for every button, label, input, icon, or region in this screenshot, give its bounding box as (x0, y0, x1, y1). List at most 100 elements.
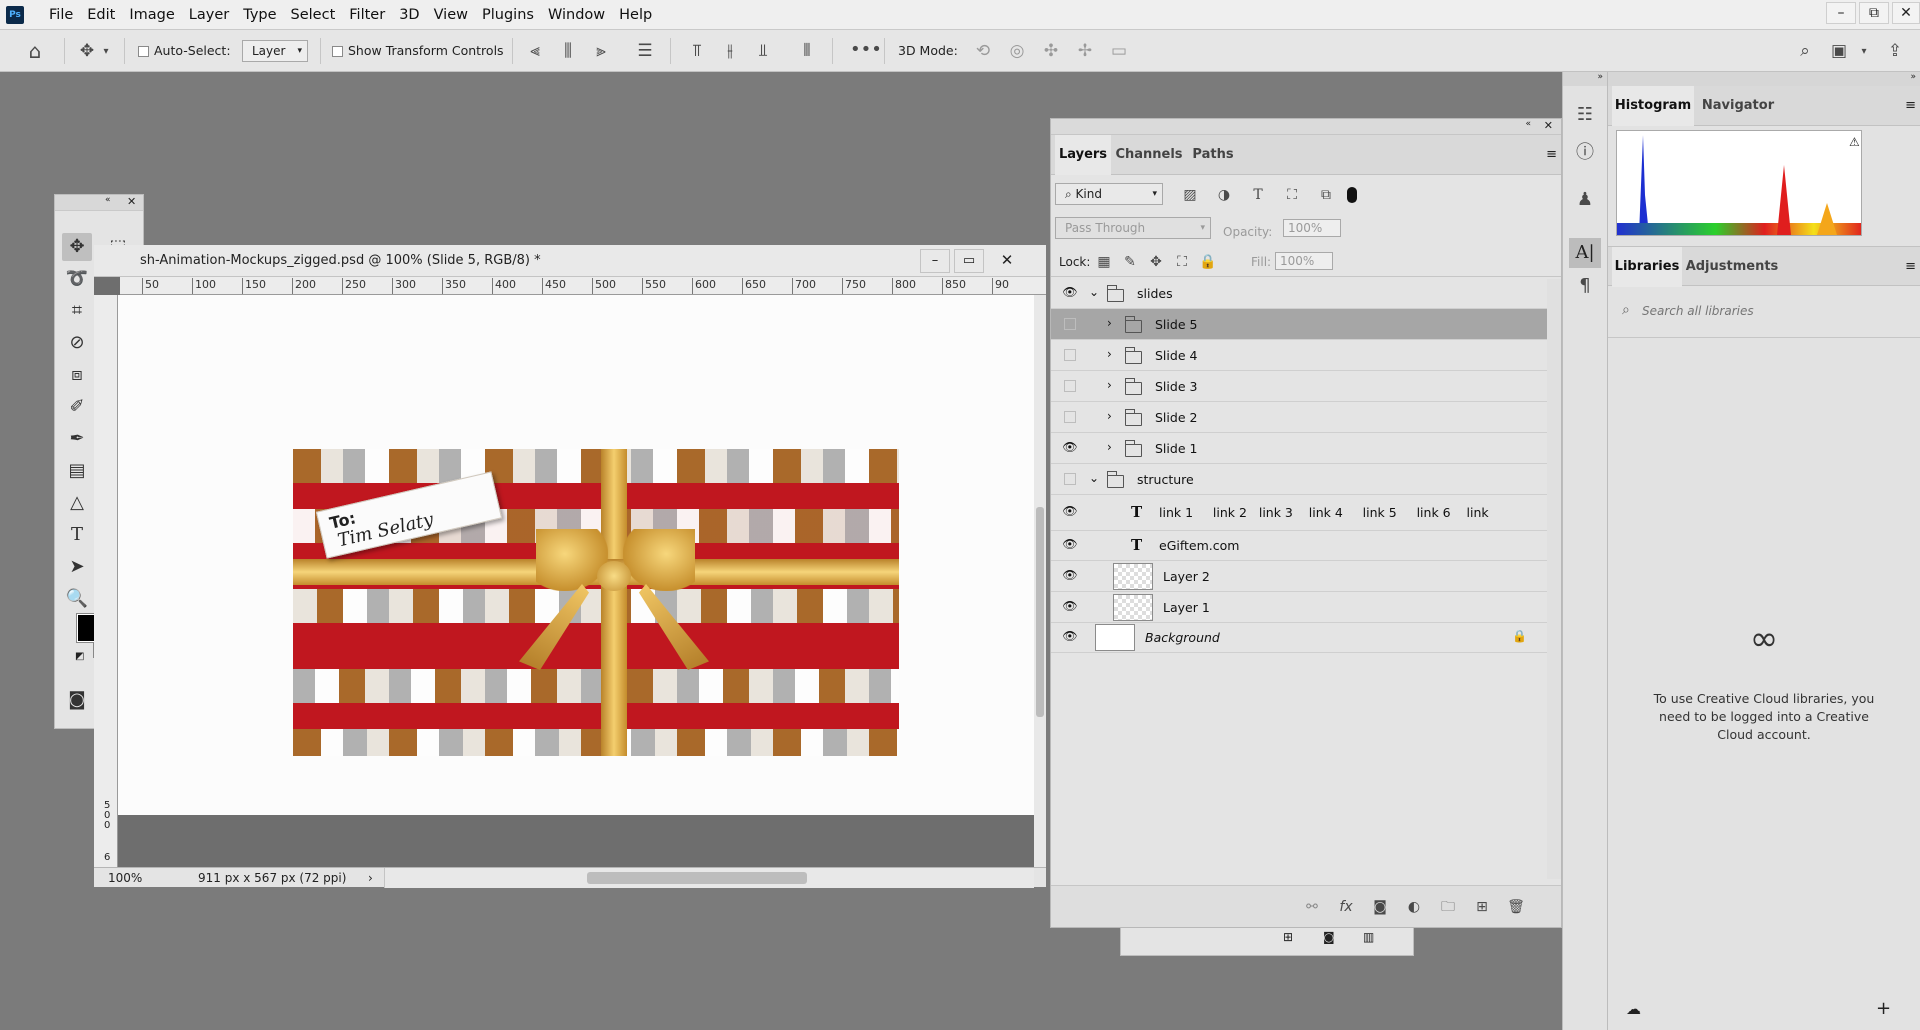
panel-header[interactable]: « ✕ (1051, 119, 1561, 135)
layer-row[interactable]: › Slide 2 (1051, 402, 1547, 433)
filter-pixel-icon[interactable]: ▨ (1179, 185, 1201, 205)
lock-artboard-icon[interactable]: ⛶ (1171, 252, 1193, 272)
eye-icon[interactable]: 👁 (1061, 440, 1079, 456)
layer-row[interactable]: 👁 Layer 1 (1051, 592, 1547, 623)
align-right-icon[interactable]: ⫸ (590, 41, 612, 61)
paragraph-icon[interactable]: ¶ (1574, 276, 1596, 296)
filter-kind-dropdown[interactable]: ⌕ Kind ▾ (1055, 183, 1163, 205)
doc-maximize-button[interactable]: ▭ (954, 249, 984, 273)
collapse-icon[interactable]: « (1525, 119, 1531, 129)
eye-icon[interactable]: 👁 (1061, 629, 1079, 645)
frame-tool-icon[interactable]: ⧈ (62, 361, 92, 389)
document-canvas[interactable]: To: Tim Selaty (118, 295, 1034, 815)
panel-menu-icon[interactable]: ≡ (1546, 147, 1557, 162)
history-brush-icon[interactable]: ✒ (62, 425, 92, 453)
panel-menu-icon[interactable]: ≡ (1905, 98, 1916, 113)
auto-select-checkbox[interactable]: Auto-Select: (138, 30, 231, 72)
chevron-right-icon[interactable]: › (1107, 409, 1112, 423)
minimize-button[interactable]: – (1826, 2, 1856, 24)
tab-channels[interactable]: Channels (1113, 135, 1185, 175)
library-search-input[interactable] (1642, 300, 1902, 322)
fx-icon[interactable]: fx (1335, 897, 1357, 917)
type-tool-icon[interactable]: T (62, 521, 92, 549)
3d-slide-icon[interactable]: ✢ (1074, 41, 1096, 61)
tab-paths[interactable]: Paths (1187, 135, 1239, 175)
eye-icon[interactable]: 👁 (1061, 285, 1079, 301)
zoom-level[interactable]: 100% (108, 868, 142, 888)
link-layers-icon[interactable]: ⚯ (1301, 897, 1323, 917)
doc-minimize-button[interactable]: – (920, 249, 950, 273)
camera-icon[interactable]: ◙ (1323, 930, 1335, 944)
layer-row[interactable]: 👁 Layer 2 (1051, 561, 1547, 592)
menu-view[interactable]: View (427, 0, 475, 30)
align-top-icon[interactable]: ⫪ (686, 41, 708, 61)
visibility-toggle[interactable] (1061, 409, 1079, 425)
tab-navigator[interactable]: Navigator (1696, 86, 1780, 126)
close-icon[interactable]: ✕ (1544, 119, 1553, 132)
lock-transparent-icon[interactable]: ▦ (1093, 252, 1115, 272)
distribute-h-icon[interactable]: ☰ (634, 41, 656, 61)
layer-row[interactable]: 👁 Background 🔒 (1051, 623, 1547, 653)
visibility-toggle[interactable] (1061, 347, 1079, 363)
chevron-right-icon[interactable]: › (368, 868, 373, 888)
3d-orbit-icon[interactable]: ⟲ (972, 41, 994, 61)
layer-row[interactable]: 👁 ⌄ slides (1051, 279, 1547, 309)
character-icon[interactable]: A| (1569, 238, 1601, 268)
chevron-down-icon[interactable]: ⌄ (1089, 285, 1099, 299)
layer-row[interactable]: 👁 TeGiftem.com (1051, 531, 1547, 561)
quick-mask-icon[interactable]: ◙ (62, 686, 92, 714)
3d-pan-icon[interactable]: ✣ (1040, 41, 1062, 61)
clone-source-icon[interactable]: ♟ (1574, 190, 1596, 210)
align-left-icon[interactable]: ⫷ (524, 41, 546, 61)
tab-adjustments[interactable]: Adjustments (1684, 247, 1780, 287)
align-bottom-icon[interactable]: ⫫ (752, 41, 774, 61)
lock-image-icon[interactable]: ✎ (1119, 252, 1141, 272)
menu-select[interactable]: Select (284, 0, 343, 30)
library-search[interactable]: ⌕ (1608, 286, 1920, 338)
layer-row[interactable]: › Slide 3 (1051, 371, 1547, 402)
close-icon[interactable]: ✕ (127, 195, 136, 208)
properties-icon[interactable]: ☷ (1574, 105, 1596, 125)
chevron-right-icon[interactable]: › (1107, 440, 1112, 454)
menu-layer[interactable]: Layer (182, 0, 236, 30)
tab-libraries[interactable]: Libraries (1612, 247, 1682, 287)
default-colors-icon[interactable]: ◩ (75, 651, 84, 662)
horizontal-ruler[interactable]: 50 100 150 200 250 300 350 400 450 500 550 600 650 70… (120, 277, 1046, 295)
chevron-down-icon[interactable]: ▾ (1858, 42, 1870, 62)
chevron-down-icon[interactable]: ▾ (100, 42, 112, 62)
restore-button[interactable]: ⧉ (1859, 2, 1889, 24)
doc-close-button[interactable]: ✕ (992, 249, 1022, 273)
chevron-right-icon[interactable]: › (1107, 347, 1112, 361)
tab-histogram[interactable]: Histogram (1612, 86, 1694, 126)
add-mask-icon[interactable]: ◙ (1369, 897, 1391, 917)
align-middle-v-icon[interactable]: ⫲ (719, 41, 741, 61)
collapse-icon[interactable]: « (105, 195, 111, 205)
chevron-down-icon[interactable]: ⌄ (1089, 471, 1099, 485)
vertical-scrollbar[interactable] (1034, 295, 1046, 867)
eye-icon[interactable]: 👁 (1061, 504, 1079, 520)
horizontal-scrollbar[interactable] (384, 868, 1034, 888)
filter-toggle-icon[interactable] (1347, 187, 1357, 203)
layer-row[interactable]: ⌄ structure (1051, 464, 1547, 495)
layer-row[interactable]: 👁 › Slide 1 (1051, 433, 1547, 464)
3d-roll-icon[interactable]: ◎ (1006, 41, 1028, 61)
toolbox-header[interactable]: « ✕ (55, 195, 143, 211)
document-title-bar[interactable]: sh-Animation-Mockups_zigged.psd @ 100% (… (94, 245, 1046, 277)
layer-row[interactable]: 👁 Tlink 1 link 2 link 3 link 4 link 5 lin… (1051, 495, 1547, 531)
layer-row[interactable]: › Slide 4 (1051, 340, 1547, 371)
crop-tool-icon[interactable]: ⌗ (62, 297, 92, 325)
opacity-field[interactable]: 100% (1283, 219, 1341, 237)
vertical-ruler[interactable]: 5 0 0 6 (94, 295, 118, 873)
menu-file[interactable]: File (42, 0, 80, 30)
move-tool-icon[interactable]: ✥ (76, 41, 98, 61)
adjustment-layer-icon[interactable]: ◐ (1403, 897, 1425, 917)
warning-icon[interactable]: ⚠ (1849, 135, 1860, 149)
new-group-icon[interactable]: 🗀 (1437, 897, 1459, 917)
brush-tool-icon[interactable]: ✐ (62, 393, 92, 421)
workspace-icon[interactable]: ▣ (1828, 41, 1850, 61)
menu-window[interactable]: Window (541, 0, 612, 30)
align-center-h-icon[interactable]: ⫼ (557, 41, 579, 61)
filter-smart-object-icon[interactable]: ⧉ (1315, 185, 1337, 205)
chevron-right-icon[interactable]: › (1107, 378, 1112, 392)
delete-icon[interactable]: ▥ (1363, 930, 1374, 944)
